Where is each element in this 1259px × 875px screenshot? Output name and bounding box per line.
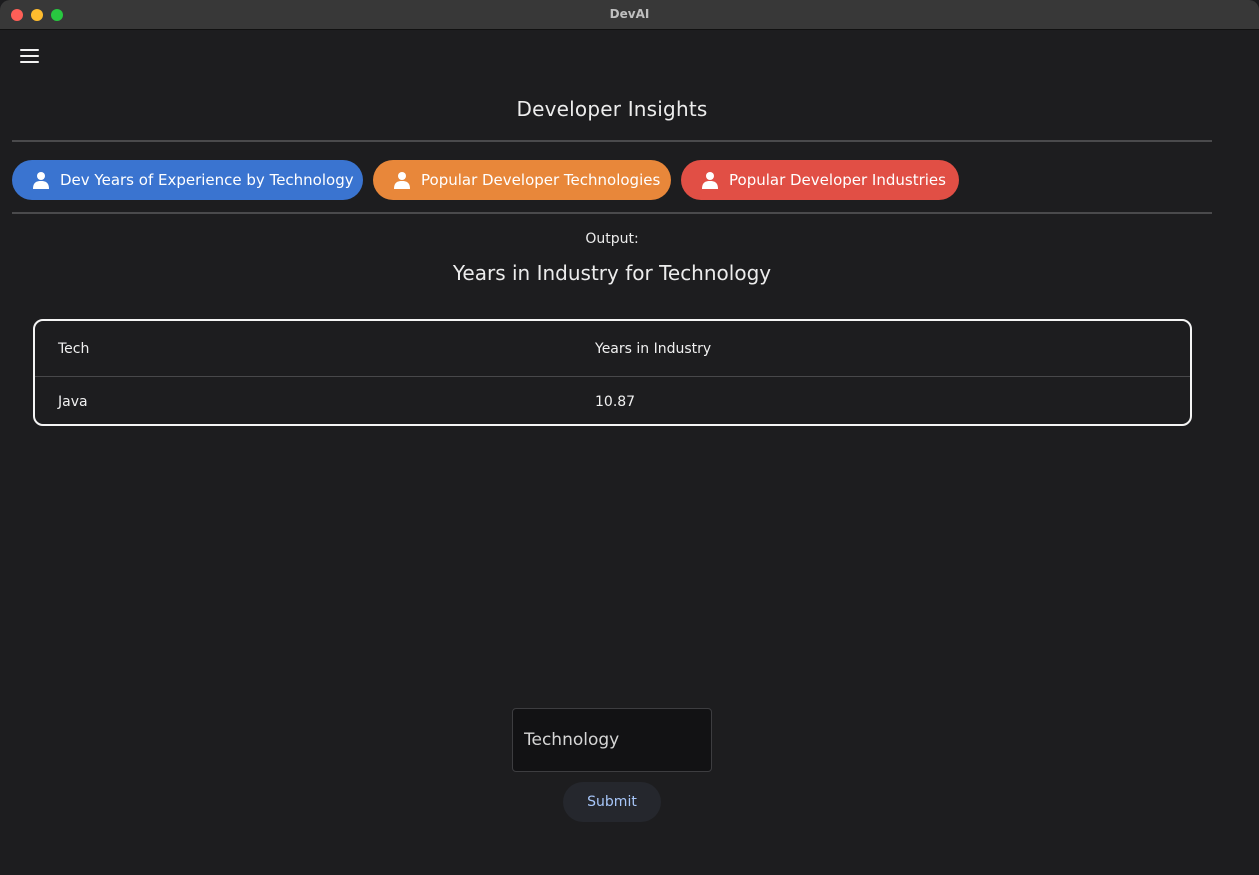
cell-years: 10.87 xyxy=(595,394,636,410)
tab-popular-industries[interactable]: Popular Developer Industries xyxy=(681,160,959,200)
result-title: Years in Industry for Technology xyxy=(452,261,772,285)
table-header-row: Tech Years in Industry xyxy=(35,321,1190,377)
technology-input[interactable] xyxy=(512,708,712,772)
results-table: Tech Years in Industry Java 10.87 xyxy=(33,319,1192,426)
tab-label: Popular Developer Industries xyxy=(729,171,946,189)
hamburger-menu-icon[interactable] xyxy=(20,49,40,65)
tab-label: Popular Developer Technologies xyxy=(421,171,661,189)
table-row: Java 10.87 xyxy=(35,378,1190,424)
tab-popular-technologies[interactable]: Popular Developer Technologies xyxy=(373,160,671,200)
cell-tech: Java xyxy=(58,394,88,410)
page-title: Developer Insights xyxy=(516,97,708,121)
tab-label: Dev Years of Experience by Technology xyxy=(60,171,354,189)
person-icon xyxy=(32,171,50,189)
person-icon xyxy=(393,171,411,189)
submit-button[interactable]: Submit xyxy=(563,782,661,822)
tab-dev-years-experience[interactable]: Dev Years of Experience by Technology xyxy=(12,160,363,200)
divider xyxy=(12,140,1212,142)
column-header-tech: Tech xyxy=(58,340,90,357)
title-bar: DevAI xyxy=(0,0,1259,30)
column-header-years: Years in Industry xyxy=(595,340,712,357)
divider xyxy=(12,212,1212,214)
person-icon xyxy=(701,171,719,189)
app-window: DevAI Developer Insights Dev Years of Ex… xyxy=(0,0,1259,875)
window-title: DevAI xyxy=(609,7,650,21)
output-label: Output: xyxy=(585,231,639,247)
